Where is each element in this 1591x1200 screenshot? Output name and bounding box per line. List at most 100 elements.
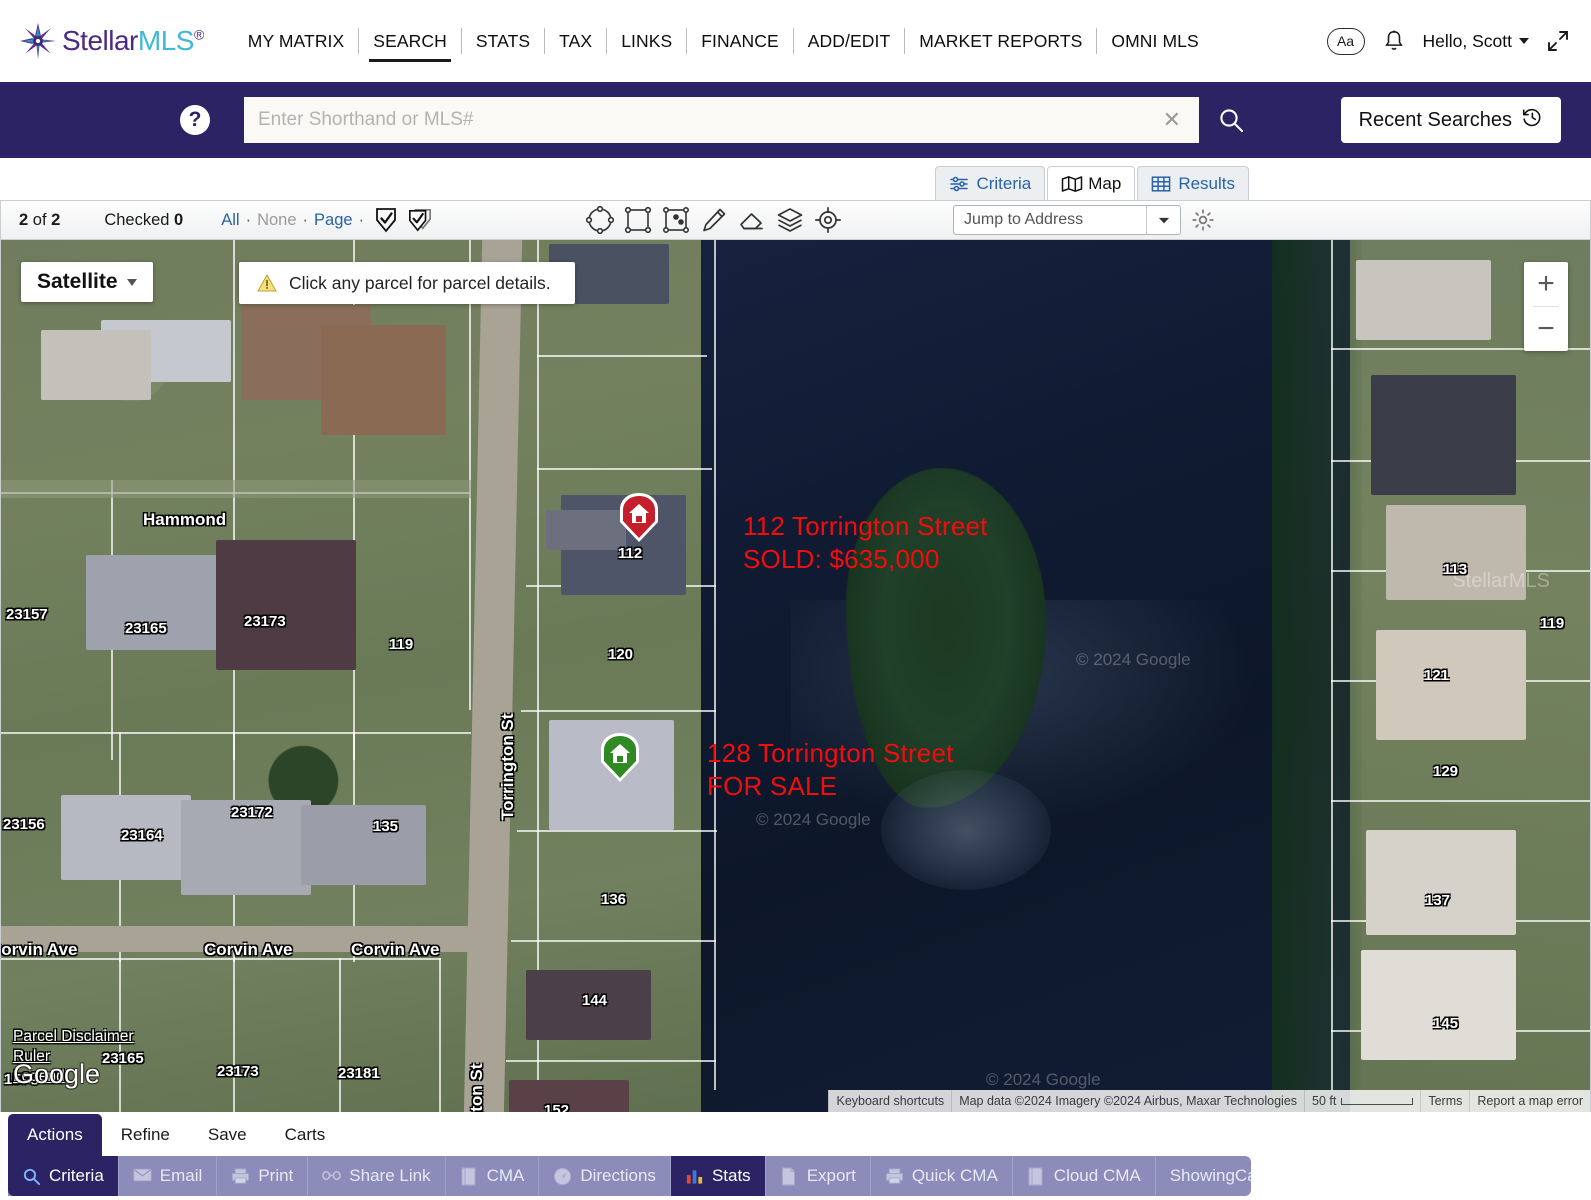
tab-results[interactable]: Results <box>1137 166 1249 200</box>
zoom-out-button[interactable]: − <box>1524 307 1568 351</box>
bottom-tab-refine[interactable]: Refine <box>102 1114 189 1156</box>
draw-freeform-polygon-icon[interactable] <box>586 206 614 234</box>
eraser-icon[interactable] <box>738 206 766 234</box>
nav-item-finance[interactable]: FINANCE <box>687 18 793 64</box>
stellar-mls-logo[interactable]: StellarMLS® <box>20 23 204 59</box>
nav-item-search[interactable]: SEARCH <box>359 18 461 64</box>
action-directions-label: Directions <box>580 1166 656 1186</box>
building <box>61 795 191 880</box>
action-cma-label: CMA <box>487 1166 525 1186</box>
locate-target-icon[interactable] <box>814 206 842 234</box>
map-layers-icon[interactable] <box>776 206 804 234</box>
jump-to-address-select[interactable]: Jump to Address <box>953 205 1181 235</box>
listing-pin-sold[interactable] <box>616 492 662 544</box>
shield-check-icon[interactable] <box>374 207 398 233</box>
nav-item-tax[interactable]: TAX <box>545 18 606 64</box>
select-page-link[interactable]: Page <box>314 211 353 230</box>
printer-icon <box>885 1167 904 1186</box>
directions-icon <box>553 1167 572 1186</box>
action-showingcart[interactable]: ShowingCart <box>1156 1156 1251 1196</box>
map-viewport[interactable]: © 2024 Google © 2024 Google © 2024 Googl… <box>0 240 1591 1112</box>
action-share-link[interactable]: Share Link <box>308 1156 445 1196</box>
basemap-label: Satellite <box>37 270 118 294</box>
road-corvin <box>1 926 471 952</box>
checked-count: Checked 0 <box>104 211 183 230</box>
tab-map[interactable]: Map <box>1047 166 1135 200</box>
action-cloud-cma[interactable]: Cloud CMA <box>1013 1156 1156 1196</box>
draw-rectangle-icon[interactable] <box>624 206 652 234</box>
google-logo: Google <box>13 1059 100 1090</box>
action-email[interactable]: Email <box>119 1156 218 1196</box>
action-quick-cma[interactable]: Quick CMA <box>871 1156 1013 1196</box>
bottom-tab-strip: Actions Refine Save Carts <box>8 1114 344 1156</box>
select-all-link[interactable]: All <box>221 211 239 230</box>
nav-item-stats[interactable]: STATS <box>462 18 544 64</box>
building <box>1366 830 1516 935</box>
action-cma[interactable]: CMA <box>446 1156 540 1196</box>
nav-right-controls: Aa Hello, Scott <box>1327 28 1573 55</box>
building <box>86 555 221 650</box>
user-menu[interactable]: Hello, Scott <box>1423 31 1529 52</box>
bottom-tab-carts[interactable]: Carts <box>266 1114 345 1156</box>
bell-icon[interactable] <box>1383 28 1405 54</box>
action-stats[interactable]: Stats <box>671 1156 766 1196</box>
history-clock-icon <box>1521 106 1543 134</box>
email-icon <box>133 1167 152 1186</box>
action-criteria[interactable]: Criteria <box>8 1156 119 1196</box>
export-file-icon <box>780 1167 799 1186</box>
search-criteria-icon <box>22 1167 41 1186</box>
separator: · <box>303 211 309 230</box>
building <box>1376 630 1526 740</box>
building <box>1361 950 1516 1060</box>
building <box>41 330 151 400</box>
search-input[interactable] <box>258 109 1159 131</box>
jump-to-address-label: Jump to Address <box>964 211 1083 229</box>
map-shallow-area <box>881 770 1051 890</box>
terms-link[interactable]: Terms <box>1420 1090 1469 1112</box>
close-icon[interactable]: ✕ <box>1159 109 1185 131</box>
nav-item-my-matrix[interactable]: MY MATRIX <box>234 18 359 64</box>
tab-map-label: Map <box>1088 174 1121 194</box>
question-mark-icon[interactable]: ? <box>180 105 210 135</box>
keyboard-shortcuts-link[interactable]: Keyboard shortcuts <box>828 1090 951 1112</box>
expand-collapse-icon[interactable] <box>1547 30 1569 52</box>
recent-searches-button[interactable]: Recent Searches <box>1341 97 1561 143</box>
nav-item-omni-mls[interactable]: OMNI MLS <box>1097 18 1212 64</box>
select-none-link[interactable]: None <box>257 211 296 230</box>
nav-item-add-edit[interactable]: ADD/EDIT <box>794 18 904 64</box>
report-map-error-link[interactable]: Report a map error <box>1469 1090 1590 1112</box>
chevron-down-icon <box>1146 206 1180 234</box>
zoom-in-button[interactable]: + <box>1524 262 1568 306</box>
basemap-selector[interactable]: Satellite <box>21 262 153 302</box>
scale-bar-line <box>1341 1098 1413 1105</box>
nav-item-links[interactable]: LINKS <box>607 18 686 64</box>
bottom-action-zone: Actions Refine Save Carts Criteria Email <box>0 1112 1591 1200</box>
user-greeting-label: Hello, Scott <box>1423 31 1512 52</box>
road-hammond <box>1 480 471 498</box>
nav-item-market-reports[interactable]: MARKET REPORTS <box>905 18 1096 64</box>
starburst-icon <box>20 23 56 59</box>
bottom-tab-actions[interactable]: Actions <box>8 1114 102 1156</box>
matrix-map-search-page: StellarMLS® MY MATRIX SEARCH STATS TAX L… <box>0 0 1591 1200</box>
action-directions[interactable]: Directions <box>539 1156 671 1196</box>
chevron-down-icon <box>1519 38 1529 44</box>
pencil-draw-icon[interactable] <box>700 206 728 234</box>
bar-chart-icon <box>685 1167 704 1186</box>
gear-icon[interactable] <box>1191 208 1215 232</box>
main-menu: MY MATRIX SEARCH STATS TAX LINKS FINANCE… <box>234 18 1213 64</box>
logo-wordmark: StellarMLS® <box>62 25 204 57</box>
edit-shape-icon[interactable] <box>662 206 690 234</box>
parcel-disclaimer-link[interactable]: Parcel Disclaimer <box>13 1028 134 1046</box>
listing-pin-for-sale[interactable] <box>597 732 643 784</box>
building <box>546 510 626 550</box>
map-canvas[interactable]: © 2024 Google © 2024 Google © 2024 Googl… <box>1 240 1590 1112</box>
action-print[interactable]: Print <box>217 1156 308 1196</box>
map-scale: 50 ft <box>1304 1090 1420 1112</box>
shield-check-multiple-icon[interactable] <box>408 207 432 233</box>
bottom-tab-save[interactable]: Save <box>189 1114 266 1156</box>
building <box>1371 375 1516 495</box>
tab-criteria[interactable]: Criteria <box>935 166 1045 200</box>
font-size-button[interactable]: Aa <box>1327 28 1365 55</box>
action-export[interactable]: Export <box>766 1156 871 1196</box>
search-icon[interactable] <box>1217 106 1245 134</box>
